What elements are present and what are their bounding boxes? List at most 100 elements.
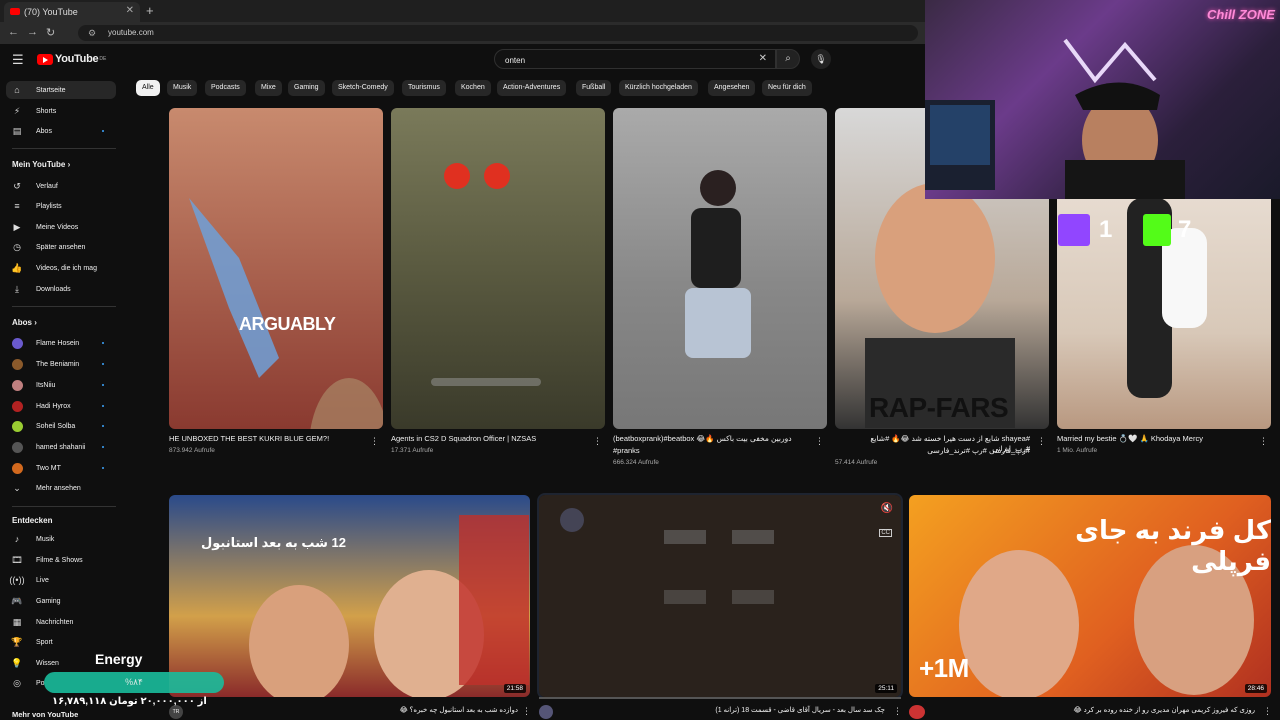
shorts-icon: ⚡: [13, 105, 21, 116]
subscription-item[interactable]: hamed shahanii: [6, 438, 116, 456]
neon-sign: Chill ZONE: [1207, 7, 1275, 22]
search-button[interactable]: ⌕: [776, 49, 800, 69]
sidebar-item-playlists[interactable]: ≡ Playlists: [6, 197, 116, 215]
short-thumbnail[interactable]: ARGUABLY: [169, 108, 383, 429]
preview-progress[interactable]: [539, 697, 901, 699]
channel-name: Two MT: [36, 464, 61, 472]
short-title[interactable]: (beatboxprank)#beatbox 😂🔥 دوربین مخفی بی…: [613, 434, 803, 444]
close-tab-icon[interactable]: ✕: [126, 5, 134, 16]
sidebar-item-label: Shorts: [36, 107, 57, 115]
channel-avatar[interactable]: [539, 705, 553, 719]
new-content-dot: [102, 384, 104, 386]
short-title[interactable]: HE UNBOXED THE BEST KUKRI BLUE GEM?!: [169, 434, 329, 444]
more-options-icon[interactable]: ⋮: [522, 706, 531, 717]
sidebar-item-home[interactable]: ⌂ Startseite: [6, 81, 116, 99]
chip[interactable]: Fußball: [576, 80, 612, 96]
youtube-logo[interactable]: YouTube DE: [37, 53, 106, 65]
menu-icon[interactable]: ☰: [12, 52, 24, 68]
chip-all[interactable]: Alle: [136, 80, 160, 96]
chip[interactable]: Mixe: [255, 80, 282, 96]
subscription-item[interactable]: Soheil Solba: [6, 417, 116, 435]
short-title[interactable]: Agents in CS2 D Squadron Officer | NZSAS: [391, 434, 536, 444]
short-thumbnail[interactable]: [613, 108, 827, 429]
sidebar-item-music[interactable]: ♪ Musik: [6, 530, 116, 548]
short-title[interactable]: Married my bestie 💍🤍 🙏 Khodaya Mercy: [1057, 434, 1203, 444]
sidebar-item-shorts[interactable]: ⚡ Shorts: [6, 102, 116, 120]
search-box: ✕: [494, 49, 776, 69]
more-options-icon[interactable]: ⋮: [1259, 436, 1268, 447]
chip[interactable]: Podcasts: [205, 80, 246, 96]
sidebar-item-sport[interactable]: 🏆 Sport: [6, 633, 116, 651]
sidebar-item-downloads[interactable]: ⤓ Downloads: [6, 280, 116, 298]
divider: [12, 506, 116, 507]
subscription-item[interactable]: ItsNiiu: [6, 376, 116, 394]
sidebar-item-liked[interactable]: 👍 Videos, die ich mag: [6, 259, 116, 277]
short-thumbnail[interactable]: [391, 108, 605, 429]
back-icon[interactable]: ←: [8, 26, 19, 38]
chip[interactable]: Kochen: [455, 80, 491, 96]
video-player-preview[interactable]: 🔇 CC 25:11: [537, 493, 903, 699]
site-info-icon[interactable]: ⚙: [88, 25, 96, 41]
subscriptions-section-title[interactable]: Abos ›: [12, 318, 37, 327]
avatar: [12, 400, 23, 412]
sidebar-item-watch-later[interactable]: ◷ Später ansehen: [6, 238, 116, 256]
more-options-icon[interactable]: ⋮: [370, 436, 379, 447]
new-tab-button[interactable]: +: [146, 3, 154, 18]
music-icon: ♪: [14, 534, 20, 544]
url-field[interactable]: ⚙ youtube.com: [78, 25, 918, 41]
chip[interactable]: Action-Adventures: [497, 80, 567, 96]
chip[interactable]: Sketch-Comedy: [332, 80, 394, 96]
more-from-youtube-title: Mehr von YouTube: [12, 710, 79, 719]
voice-search-button[interactable]: 🎙: [811, 49, 831, 69]
sidebar-item-gaming[interactable]: 🎮 Gaming: [6, 592, 116, 610]
sidebar-item-movies[interactable]: 🎞 Filme & Shows: [6, 551, 116, 569]
search-input[interactable]: [503, 55, 747, 66]
more-options-icon[interactable]: ⋮: [1037, 436, 1046, 447]
video-title[interactable]: روزی که فیروز کریمی مهران مدیری رو از خن…: [930, 706, 1255, 716]
new-content-dot: [102, 446, 104, 448]
forward-icon[interactable]: →: [27, 26, 38, 38]
captions-icon[interactable]: CC: [879, 529, 892, 537]
video-title[interactable]: چک سد سال بعد - سریال آقای قاضی - قسمت 1…: [560, 706, 885, 716]
you-section-title[interactable]: Mein YouTube ›: [12, 160, 70, 169]
clear-search-icon[interactable]: ✕: [759, 53, 767, 64]
sidebar-item-label: Wissen: [36, 659, 59, 667]
browser-tab[interactable]: (70) YouTube ✕: [4, 2, 140, 22]
channel-avatar[interactable]: TR: [169, 705, 183, 719]
chip[interactable]: Musik: [167, 80, 198, 96]
subscription-item[interactable]: Flame Hosein: [6, 334, 116, 352]
chevron-down-icon: ⌄: [13, 482, 21, 493]
channel-avatar[interactable]: [909, 705, 925, 719]
chip[interactable]: Kürzlich hochgeladen: [619, 80, 698, 96]
subscription-item[interactable]: Hadi Hyrox: [6, 397, 116, 415]
avatar: [12, 420, 23, 432]
chip[interactable]: Neu für dich: [762, 80, 812, 96]
sidebar-item-live[interactable]: ((•)) Live: [6, 571, 116, 589]
country-code: DE: [99, 56, 107, 62]
more-options-icon[interactable]: ⋮: [815, 436, 824, 447]
gasmask-image: [431, 163, 541, 386]
sidebar-item-my-videos[interactable]: ▶ Meine Videos: [6, 218, 116, 236]
thumbs-up-icon: 👍: [11, 262, 23, 273]
chip[interactable]: Gaming: [288, 80, 325, 96]
sidebar-item-label: Gaming: [36, 597, 61, 605]
mute-icon[interactable]: 🔇: [881, 503, 893, 514]
reload-icon[interactable]: ↻: [46, 26, 55, 39]
show-more-button[interactable]: ⌄ Mehr ansehen: [6, 479, 116, 497]
video-thumbnail[interactable]: کل فرند به جای فرپلی +1M 28:46: [909, 495, 1271, 697]
chip[interactable]: Tourismus: [402, 80, 446, 96]
more-options-icon[interactable]: ⋮: [893, 706, 902, 717]
video-title[interactable]: دوازده شب به بعد استانبول چه خبره؟ 😂: [188, 706, 518, 716]
subscription-item[interactable]: Two MT: [6, 459, 116, 477]
live-icon: ((•)): [9, 575, 25, 585]
more-options-icon[interactable]: ⋮: [1263, 706, 1272, 717]
sidebar-item-history[interactable]: ↺ Verlauf: [6, 177, 116, 195]
sidebar-item-subscriptions[interactable]: ▤ Abos: [6, 122, 116, 140]
sidebar-item-news[interactable]: ▦ Nachrichten: [6, 613, 116, 631]
channel-name: Hadi Hyrox: [36, 402, 71, 410]
chip[interactable]: Angesehen: [708, 80, 756, 96]
video-thumbnail[interactable]: 12 شب به بعد استانبول 21:58: [169, 495, 530, 697]
more-options-icon[interactable]: ⋮: [593, 436, 602, 447]
subscription-item[interactable]: The Beniamin: [6, 355, 116, 373]
dark-room-image: [560, 508, 774, 604]
